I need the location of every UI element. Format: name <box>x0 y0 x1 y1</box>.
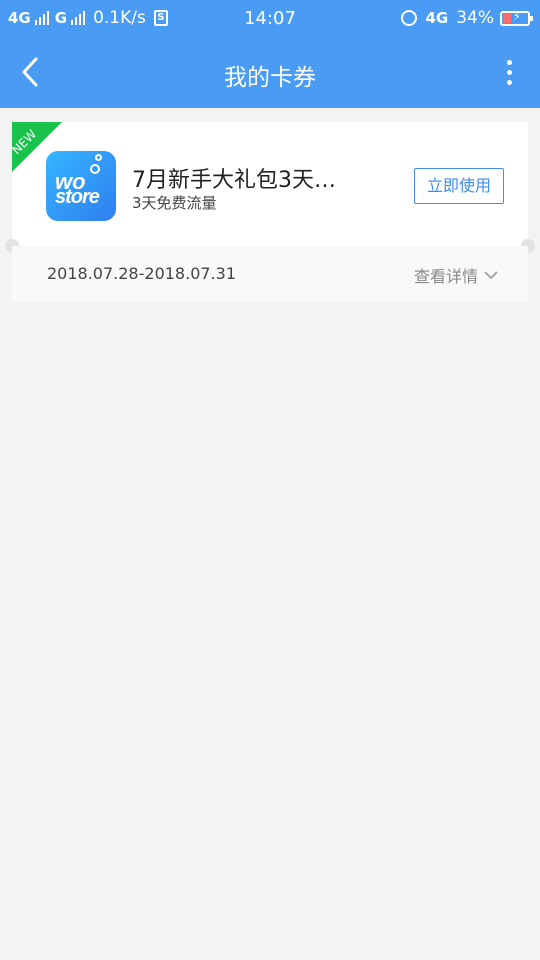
more-button[interactable] <box>498 56 522 90</box>
logo-text-line2: store <box>55 186 100 208</box>
logo-bubble-icon <box>95 154 102 161</box>
view-details-link[interactable]: 查看详情 <box>414 263 498 287</box>
battery-fill <box>503 13 511 23</box>
battery-nub <box>530 15 533 21</box>
alarm-icon <box>401 10 418 26</box>
battery-percent: 34% <box>456 8 494 28</box>
more-vertical-icon <box>507 70 512 75</box>
charging-icon: ⚡ <box>513 9 521 23</box>
battery-icon: ⚡ <box>500 9 533 26</box>
coupon-footer: 2018.07.28-2018.07.31 查看详情 <box>12 246 528 302</box>
network-type-3: 4G <box>425 9 449 27</box>
coupon-title: 7月新手大礼包3天… <box>132 168 336 193</box>
wo-store-logo: wo store <box>46 151 116 221</box>
use-now-button[interactable]: 立即使用 <box>414 168 504 204</box>
top-bar: 4G G 0.1K/s S 14:07 4G 34% ⚡ 我的卡券 <box>0 0 540 108</box>
nav-bar: 我的卡券 <box>0 38 540 108</box>
view-details-label: 查看详情 <box>413 267 478 286</box>
logo-bubble-icon <box>90 164 100 174</box>
more-vertical-icon <box>507 80 512 85</box>
coupon-main: NEW wo store 7月新手大礼包3天… 3天免费流量 立即使用 <box>12 122 528 246</box>
status-right: 4G 34% ⚡ <box>401 8 533 28</box>
validity-date-range: 2018.07.28-2018.07.31 <box>47 264 236 283</box>
more-vertical-icon <box>507 60 512 65</box>
coupon-description: 3天免费流量 <box>132 194 217 212</box>
status-bar: 4G G 0.1K/s S 14:07 4G 34% ⚡ <box>0 0 540 38</box>
page-title: 我的卡券 <box>224 65 316 91</box>
chevron-down-icon <box>484 271 498 280</box>
coupon-card[interactable]: NEW wo store 7月新手大礼包3天… 3天免费流量 立即使用 2018… <box>5 122 535 302</box>
